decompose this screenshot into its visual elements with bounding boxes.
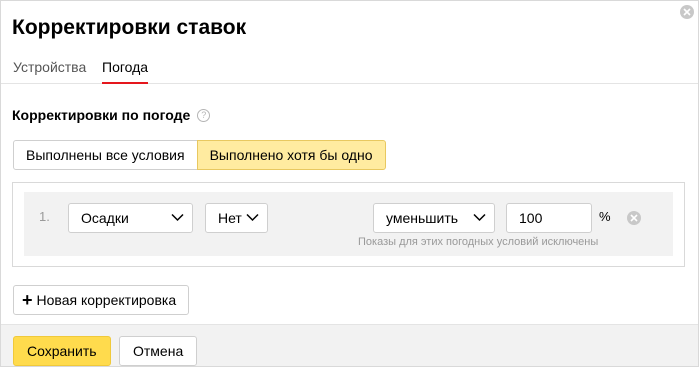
close-icon[interactable] xyxy=(680,5,694,19)
parameter-select[interactable]: Осадки xyxy=(68,203,193,233)
rule-hint: Показы для этих погодных условий исключе… xyxy=(358,236,599,248)
value-select-value: Нет xyxy=(218,210,242,226)
dialog-footer: Сохранить Отмена xyxy=(1,324,698,366)
parameter-select-value: Осадки xyxy=(81,210,129,226)
section-title: Корректировки по погоде ? xyxy=(12,107,211,123)
value-select[interactable]: Нет xyxy=(205,203,268,233)
percent-label: % xyxy=(599,209,611,224)
rule-number: 1. xyxy=(39,209,50,224)
tab-devices[interactable]: Устройства xyxy=(13,59,86,83)
cancel-button[interactable]: Отмена xyxy=(119,336,198,366)
add-adjustment-label: Новая корректировка xyxy=(36,292,177,308)
save-button[interactable]: Сохранить xyxy=(13,336,111,366)
tabs-bar: Устройства Погода xyxy=(1,57,698,84)
amount-input[interactable] xyxy=(506,203,592,233)
tab-weather[interactable]: Погода xyxy=(102,59,149,84)
chevron-down-icon xyxy=(473,213,486,222)
action-select-value: уменьшить xyxy=(386,210,459,226)
remove-rule-icon[interactable] xyxy=(627,211,641,225)
rules-panel: 1. Осадки Нет уменьшить % Показы для эти… xyxy=(12,182,685,267)
condition-mode-switch: Выполнены все условия Выполнено хотя бы … xyxy=(13,140,386,170)
plus-icon: + xyxy=(22,290,33,310)
chevron-down-icon xyxy=(171,213,184,222)
add-adjustment-button[interactable]: + Новая корректировка xyxy=(13,285,190,315)
chevron-down-icon xyxy=(246,213,259,222)
rule-row: 1. Осадки Нет уменьшить % Показы для эти… xyxy=(24,192,673,256)
action-select[interactable]: уменьшить xyxy=(373,203,495,233)
dialog-title: Корректировки ставок xyxy=(12,16,247,39)
question-icon[interactable]: ? xyxy=(197,108,211,122)
bid-adjustments-dialog: Корректировки ставок Устройства Погода К… xyxy=(0,0,699,367)
section-title-label: Корректировки по погоде xyxy=(12,107,191,123)
condition-any-button[interactable]: Выполнено хотя бы одно xyxy=(196,140,386,170)
condition-all-button[interactable]: Выполнены все условия xyxy=(13,140,198,170)
